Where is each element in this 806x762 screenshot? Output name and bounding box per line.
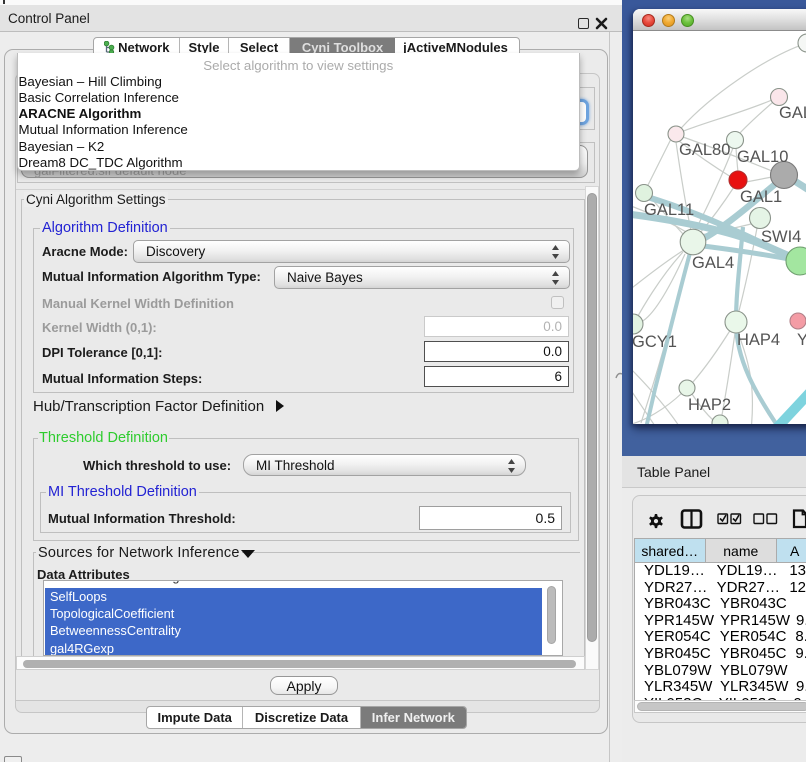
svg-text:GAL10: GAL10 [737,148,788,166]
svg-text:HAP2: HAP2 [688,396,731,414]
svg-text:HAP4: HAP4 [737,331,780,349]
svg-text:SWI4: SWI4 [761,228,801,246]
svg-text:GAL4: GAL4 [692,254,734,272]
svg-text:Y: Y [797,331,806,349]
svg-text:GAL2: GAL2 [779,104,806,122]
svg-text:GAL11: GAL11 [644,201,694,219]
svg-text:GAL1: GAL1 [740,188,782,206]
svg-text:GCY1: GCY1 [633,333,677,351]
svg-text:GAL80: GAL80 [679,141,730,159]
